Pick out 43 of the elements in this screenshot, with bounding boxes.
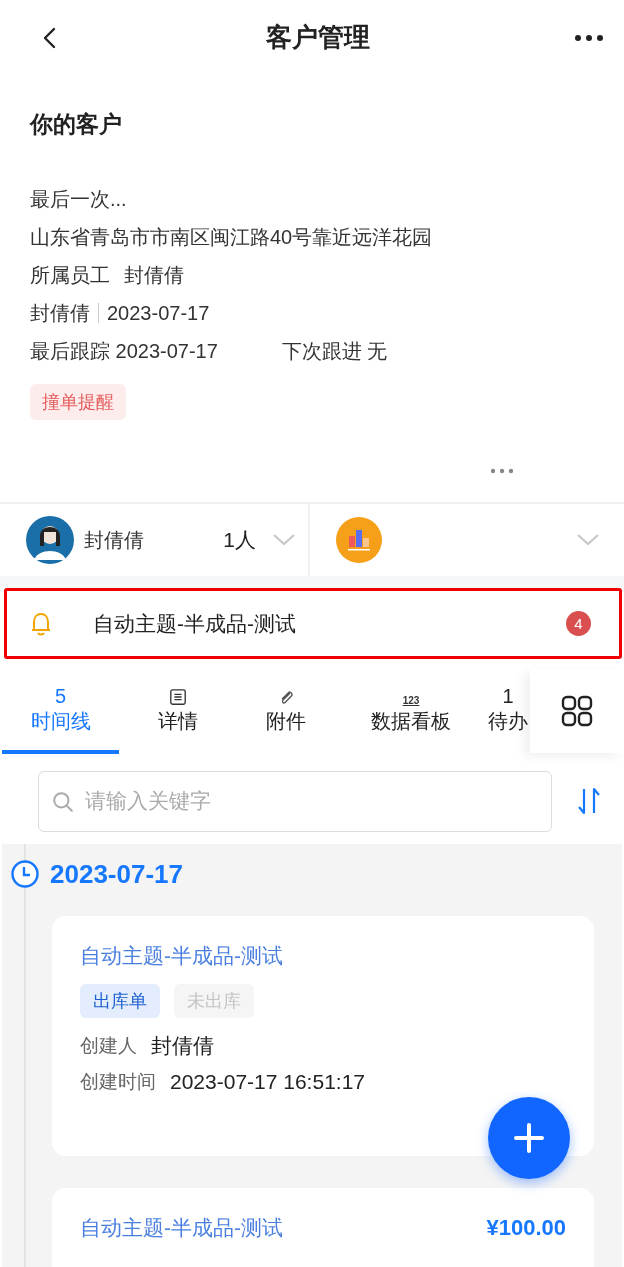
owner-name: 封倩倩 (84, 527, 144, 553)
clock-icon (10, 859, 40, 889)
grid-button[interactable] (530, 669, 624, 753)
entry-title: 自动主题-半成品-测试 (80, 943, 283, 969)
staff-name: 封倩倩 (124, 263, 184, 288)
last-follow-text: 最后跟踪 2023-07-17 (30, 339, 218, 364)
sort-icon[interactable] (576, 786, 602, 816)
field-value: 封倩倩 (151, 1033, 214, 1059)
grid-icon (561, 695, 593, 727)
next-follow-text: 下次跟进 无 (281, 339, 388, 364)
plus-icon (514, 1123, 544, 1153)
field-label: 创建人 (80, 1034, 137, 1058)
alert-tag: 撞单提醒 (30, 384, 126, 420)
tab[interactable]: 详情 (119, 669, 236, 754)
entry-title: 自动主题-半成品-测试 (80, 1215, 283, 1241)
reminder-bar[interactable]: 自动主题-半成品-测试 4 (4, 588, 622, 659)
tab[interactable]: 1 待办 (486, 669, 530, 754)
list-icon (168, 688, 187, 706)
entry-card[interactable]: 自动主题-半成品-测试 ¥100.00 (52, 1188, 594, 1267)
tab[interactable]: 123 数据看板 (336, 669, 486, 754)
page-title: 客户管理 (266, 21, 370, 54)
avatar (26, 516, 74, 564)
tag: 出库单 (80, 984, 160, 1018)
date-heading: 2023-07-17 (50, 858, 183, 890)
member-count: 1人 (223, 527, 256, 553)
summary-text: 最后一次... (30, 187, 128, 212)
tab[interactable]: 附件 (236, 669, 336, 754)
tab[interactable]: 5 时间线 (2, 669, 119, 754)
bar-chart-icon[interactable] (336, 517, 382, 563)
search-icon (52, 790, 74, 813)
count-badge: 4 (566, 611, 591, 636)
bell-icon (29, 610, 53, 637)
creator-name: 封倩倩 (30, 301, 90, 326)
section-heading: 你的客户 (30, 110, 123, 139)
amount-text: ¥100.00 (486, 1215, 566, 1241)
reminder-title: 自动主题-半成品-测试 (93, 610, 296, 637)
address-text: 山东省青岛市市南区闽江路40号靠近远洋花园 (30, 225, 434, 250)
field-value: 2023-07-17 16:51:17 (170, 1069, 365, 1095)
field-label: 创建时间 (80, 1070, 156, 1094)
created-date: 2023-07-17 (107, 301, 210, 326)
search-field[interactable]: 请输入关键字 (38, 770, 552, 832)
more-icon[interactable] (574, 33, 604, 42)
staff-label: 所属员工 (30, 263, 110, 288)
